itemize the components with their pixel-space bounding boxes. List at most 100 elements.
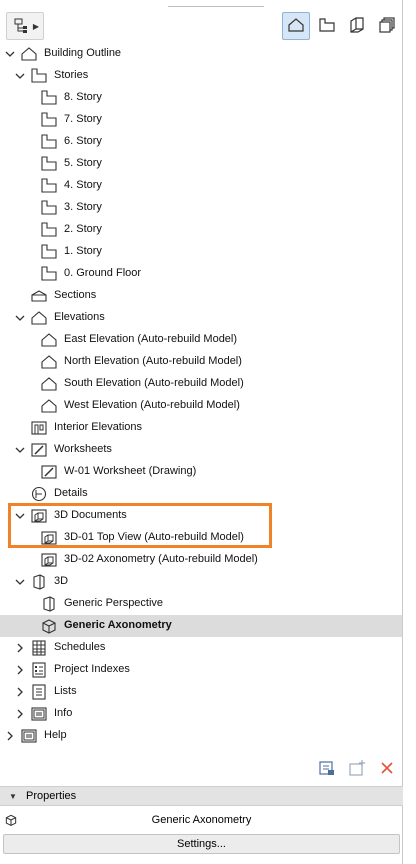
story-icon bbox=[40, 265, 58, 283]
tree-item-elevation[interactable]: West Elevation (Auto-rebuild Model) bbox=[0, 395, 402, 417]
tree-item-story[interactable]: 8. Story bbox=[0, 87, 402, 109]
tree-item-lists[interactable]: Lists bbox=[0, 681, 402, 703]
section-icon bbox=[30, 287, 48, 305]
tree-item-label: 0. Ground Floor bbox=[64, 267, 142, 279]
navigator-bottom-toolbar bbox=[0, 756, 403, 782]
tree-item-story[interactable]: 1. Story bbox=[0, 241, 402, 263]
tree-item-3d-view[interactable]: Generic Perspective bbox=[0, 593, 402, 615]
tree-item-label: 7. Story bbox=[64, 113, 102, 125]
publisher-sets-button[interactable] bbox=[373, 12, 401, 40]
tree-item-story[interactable]: 6. Story bbox=[0, 131, 402, 153]
help-icon bbox=[20, 727, 38, 745]
chevron-down-icon[interactable] bbox=[5, 49, 15, 59]
tree-item-label: W-01 Worksheet (Drawing) bbox=[64, 465, 197, 477]
worksheet-icon bbox=[30, 441, 48, 459]
tree-item-elevation[interactable]: North Elevation (Auto-rebuild Model) bbox=[0, 351, 402, 373]
layout-book-button[interactable] bbox=[343, 12, 371, 40]
tree-item-label: West Elevation (Auto-rebuild Model) bbox=[64, 399, 240, 411]
tree-item-label: Info bbox=[54, 707, 73, 719]
chevron-right-icon[interactable] bbox=[15, 665, 25, 675]
tree-item-label: Schedules bbox=[54, 641, 106, 653]
story-icon bbox=[40, 111, 58, 129]
list-icon bbox=[30, 683, 48, 701]
tree-item-label: 3D bbox=[54, 575, 69, 587]
stories-icon bbox=[30, 67, 48, 85]
elevation-icon bbox=[30, 309, 48, 327]
elevation-icon bbox=[40, 331, 58, 349]
chevron-down-icon[interactable] bbox=[15, 313, 25, 323]
tree-item-story[interactable]: 2. Story bbox=[0, 219, 402, 241]
delete-button[interactable] bbox=[376, 758, 398, 780]
tree-item-interior-elevations[interactable]: Interior Elevations bbox=[0, 417, 402, 439]
3d-view-icon bbox=[30, 573, 48, 591]
new-folder-button[interactable] bbox=[346, 758, 368, 780]
save-view-icon bbox=[318, 759, 336, 780]
tree-item-3d-document[interactable]: 3D-01 Top View (Auto-rebuild Model) bbox=[0, 527, 402, 549]
tree-item-label: Elevations bbox=[54, 311, 105, 323]
story-icon bbox=[40, 89, 58, 107]
tree-item-label: 3D-01 Top View (Auto-rebuild Model) bbox=[64, 531, 244, 543]
tree-item-label: 6. Story bbox=[64, 135, 102, 147]
navigator-tree-icon bbox=[13, 18, 29, 37]
tree-item-label: Stories bbox=[54, 69, 89, 81]
story-icon bbox=[40, 199, 58, 217]
layout-book-icon bbox=[348, 16, 366, 37]
chevron-down-icon[interactable] bbox=[15, 511, 25, 521]
tree-item-3d[interactable]: 3D bbox=[0, 571, 402, 593]
new-folder-icon bbox=[348, 759, 366, 780]
story-icon bbox=[40, 243, 58, 261]
tree-item-story[interactable]: 7. Story bbox=[0, 109, 402, 131]
tree-item-label: East Elevation (Auto-rebuild Model) bbox=[64, 333, 238, 345]
tree-item-elevation[interactable]: South Elevation (Auto-rebuild Model) bbox=[0, 373, 402, 395]
tree-item-story[interactable]: 0. Ground Floor bbox=[0, 263, 402, 285]
tree-item-label: Interior Elevations bbox=[54, 421, 143, 433]
tree-item-elevations[interactable]: Elevations bbox=[0, 307, 402, 329]
tree-item-label: Generic Perspective bbox=[64, 597, 164, 609]
tree-item-project-indexes[interactable]: Project Indexes bbox=[0, 659, 402, 681]
properties-header[interactable]: ▼ Properties bbox=[0, 786, 403, 806]
tree-item-label: 3D Documents bbox=[54, 509, 127, 521]
chevron-down-icon[interactable] bbox=[15, 445, 25, 455]
tree-item-sections[interactable]: Sections bbox=[0, 285, 402, 307]
properties-name-row: Generic Axonometry bbox=[0, 810, 403, 832]
tree-item-label: 2. Story bbox=[64, 223, 102, 235]
tree-item-label: Building Outline bbox=[44, 47, 122, 59]
new-view-button[interactable] bbox=[316, 758, 338, 780]
tree-item-schedules[interactable]: Schedules bbox=[0, 637, 402, 659]
tree-item-help[interactable]: Help bbox=[0, 725, 402, 747]
tree-item-label: 3D-02 Axonometry (Auto-rebuild Model) bbox=[64, 553, 258, 565]
tree-item-details[interactable]: Details bbox=[0, 483, 402, 505]
selected-view-name: Generic Axonometry bbox=[151, 814, 252, 826]
tree-item-story[interactable]: 3. Story bbox=[0, 197, 402, 219]
story-view-icon bbox=[318, 16, 336, 37]
info-icon bbox=[30, 705, 48, 723]
project-map-button[interactable] bbox=[282, 12, 310, 40]
panel-drag-handle[interactable] bbox=[168, 6, 264, 7]
elevation-icon bbox=[40, 353, 58, 371]
chevron-down-icon[interactable] bbox=[15, 71, 25, 81]
tree-item-elevation[interactable]: East Elevation (Auto-rebuild Model) bbox=[0, 329, 402, 351]
tree-item-label: Worksheets bbox=[54, 443, 112, 455]
tree-item-3d-documents[interactable]: 3D Documents bbox=[0, 505, 402, 527]
chevron-right-icon[interactable] bbox=[5, 731, 15, 741]
tree-item-3d-view-selected[interactable]: Generic Axonometry bbox=[0, 615, 402, 637]
tree-item-worksheet[interactable]: W-01 Worksheet (Drawing) bbox=[0, 461, 402, 483]
tree-item-label: Details bbox=[54, 487, 88, 499]
collapse-triangle-icon[interactable]: ▼ bbox=[9, 792, 17, 801]
view-map-button[interactable] bbox=[313, 12, 341, 40]
tree-item-building-outline[interactable]: Building Outline bbox=[0, 43, 402, 65]
chevron-down-icon[interactable] bbox=[15, 577, 25, 587]
chevron-right-icon[interactable] bbox=[15, 643, 25, 653]
tree-item-info[interactable]: Info bbox=[0, 703, 402, 725]
tree-item-stories[interactable]: Stories bbox=[0, 65, 402, 87]
tree-item-label: North Elevation (Auto-rebuild Model) bbox=[64, 355, 242, 367]
settings-button[interactable]: Settings... bbox=[3, 834, 400, 854]
chevron-right-icon[interactable] bbox=[15, 687, 25, 697]
tree-item-3d-document[interactable]: 3D-02 Axonometry (Auto-rebuild Model) bbox=[0, 549, 402, 571]
navigator-map-selector-button[interactable]: ▶ bbox=[6, 12, 44, 40]
tree-item-story[interactable]: 5. Story bbox=[0, 153, 402, 175]
tree-item-worksheets[interactable]: Worksheets bbox=[0, 439, 402, 461]
tree-item-story[interactable]: 4. Story bbox=[0, 175, 402, 197]
tree-item-label: South Elevation (Auto-rebuild Model) bbox=[64, 377, 244, 389]
chevron-right-icon[interactable] bbox=[15, 709, 25, 719]
